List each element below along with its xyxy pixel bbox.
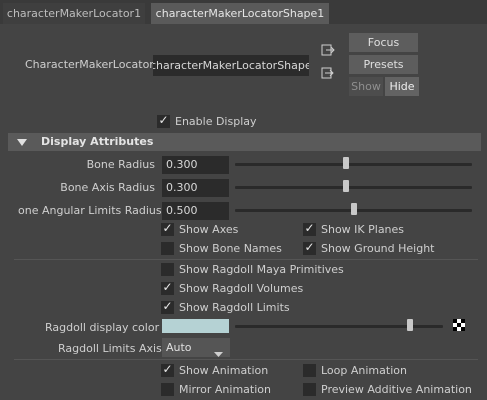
show-animation-checkbox[interactable]: ✓: [161, 362, 174, 377]
presets-button[interactable]: Presets: [349, 55, 418, 74]
checkmark-icon: ✓: [162, 221, 173, 235]
bone-radius-label: Bone Radius: [86, 158, 155, 171]
triangle-down-icon: [17, 137, 27, 150]
bone-axis-radius-field[interactable]: 0.300: [162, 179, 229, 197]
section-title: Display Attributes: [41, 135, 154, 148]
show-bone-names-label: Show Bone Names: [179, 242, 282, 255]
show-ground-height-checkbox[interactable]: ✓: [303, 240, 316, 255]
checkmark-icon: ✓: [304, 221, 315, 235]
loop-animation-label: Loop Animation: [321, 364, 407, 377]
show-ragdoll-maya-primitives-label: Show Ragdoll Maya Primitives: [179, 263, 344, 276]
locator-field[interactable]: characterMakerLocatorShape1: [153, 55, 309, 76]
preview-additive-animation-label: Preview Additive Animation: [321, 383, 472, 396]
hide-button[interactable]: Hide: [385, 77, 419, 96]
divider: [14, 359, 478, 360]
show-axes-checkbox[interactable]: ✓: [161, 221, 174, 236]
mirror-animation-label: Mirror Animation: [179, 383, 271, 396]
angular-limits-radius-label: one Angular Limits Radius: [18, 204, 162, 217]
show-ragdoll-volumes-label: Show Ragdoll Volumes: [179, 282, 304, 295]
bone-axis-radius-knob[interactable]: [343, 180, 350, 192]
tab-character-maker-locator-shape[interactable]: characterMakerLocatorShape1: [151, 3, 329, 24]
divider: [14, 259, 478, 260]
tab-bar: characterMakerLocator1 characterMakerLoc…: [0, 0, 487, 24]
locator-label: CharacterMakerLocator:: [25, 58, 158, 71]
locator-field-value: characterMakerLocatorShape1: [153, 59, 309, 72]
bone-radius-knob[interactable]: [343, 157, 350, 169]
bone-axis-radius-label: Bone Axis Radius: [60, 181, 155, 194]
show-ragdoll-limits-label: Show Ragdoll Limits: [179, 301, 290, 314]
show-ik-planes-label: Show IK Planes: [321, 223, 405, 236]
bone-axis-radius-slider[interactable]: [235, 186, 472, 189]
show-ik-planes-checkbox[interactable]: ✓: [303, 221, 316, 236]
show-ground-height-label: Show Ground Height: [321, 242, 435, 255]
mirror-animation-checkbox[interactable]: [161, 383, 174, 396]
preview-additive-animation-checkbox[interactable]: [303, 383, 316, 396]
show-axes-label: Show Axes: [179, 223, 239, 236]
checkmark-icon: ✓: [162, 280, 173, 294]
display-attributes-header[interactable]: Display Attributes: [8, 133, 481, 151]
bone-radius-slider[interactable]: [235, 163, 472, 166]
select-node-icon[interactable]: [321, 67, 335, 79]
enable-display-label: Enable Display: [175, 115, 257, 128]
bone-radius-field[interactable]: 0.300: [162, 156, 229, 174]
ragdoll-limits-axis-value: Auto: [166, 341, 192, 354]
ragdoll-limits-axis-dropdown[interactable]: Auto: [162, 338, 230, 357]
show-bone-names-checkbox[interactable]: [161, 242, 174, 255]
tab-character-maker-locator[interactable]: characterMakerLocator1: [3, 3, 145, 24]
checker-icon[interactable]: [453, 319, 465, 331]
ragdoll-limits-axis-label: Ragdoll Limits Axis: [58, 342, 162, 355]
checkmark-icon: ✓: [162, 299, 173, 313]
enable-display-checkbox[interactable]: ✓: [157, 113, 170, 128]
show-ragdoll-maya-primitives-checkbox[interactable]: [161, 263, 174, 276]
show-ragdoll-limits-checkbox[interactable]: ✓: [161, 299, 174, 314]
focus-button[interactable]: Focus: [349, 33, 418, 52]
checkmark-icon: ✓: [304, 240, 315, 254]
show-button[interactable]: Show: [349, 77, 383, 96]
show-ragdoll-volumes-checkbox[interactable]: ✓: [161, 280, 174, 295]
angular-limits-radius-field[interactable]: 0.500: [162, 202, 229, 220]
angular-limits-radius-knob[interactable]: [350, 203, 357, 215]
show-animation-label: Show Animation: [179, 364, 269, 377]
checkmark-icon: ✓: [162, 362, 173, 376]
ragdoll-color-knob[interactable]: [406, 319, 413, 331]
ragdoll-color-swatch[interactable]: [162, 319, 229, 333]
checkmark-icon: ✓: [158, 113, 169, 127]
load-selected-icon[interactable]: [321, 44, 335, 56]
ragdoll-display-color-label: Ragdoll display color: [45, 321, 160, 334]
loop-animation-checkbox[interactable]: [303, 364, 316, 377]
chevron-down-icon: [214, 345, 223, 364]
